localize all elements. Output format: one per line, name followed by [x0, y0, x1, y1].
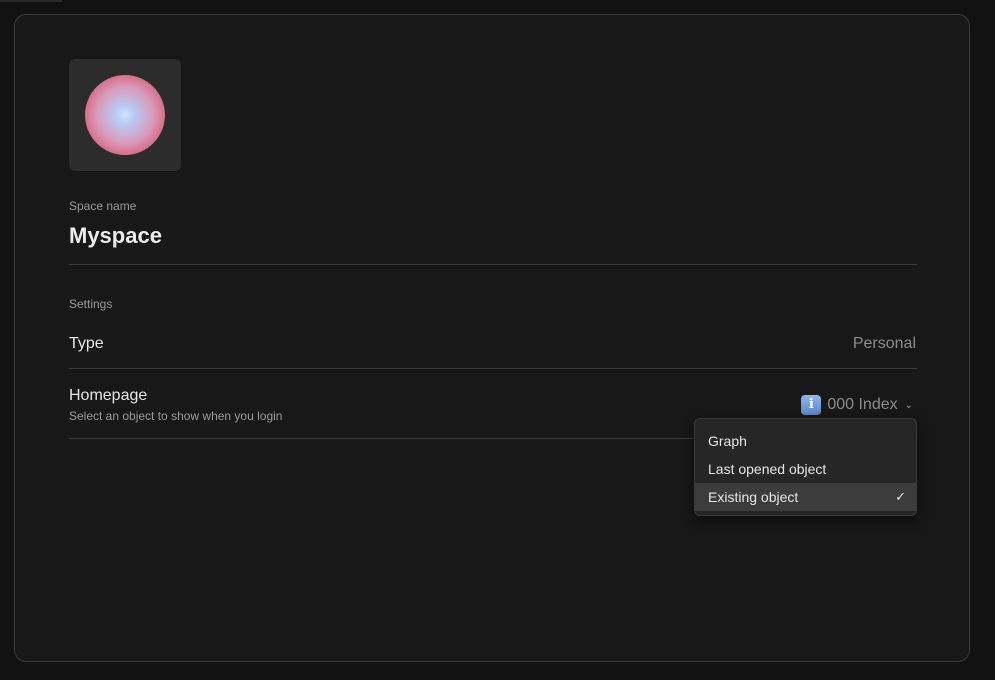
dropdown-option-last-opened-object[interactable]: Last opened object [695, 455, 916, 483]
check-icon: ✓ [895, 489, 906, 504]
dropdown-option-label: Existing object [708, 489, 799, 505]
homepage-dropdown-menu: Graph Last opened object Existing object… [694, 418, 917, 516]
dropdown-option-existing-object[interactable]: Existing object ✓ [695, 483, 916, 511]
homepage-row-title: Homepage [69, 387, 148, 404]
homepage-select[interactable]: i 000 Index ⌄ [801, 394, 913, 416]
dropdown-option-label: Graph [708, 433, 747, 449]
space-gradient-orb-icon [85, 75, 165, 155]
type-row-value: Personal [852, 335, 916, 352]
dropdown-option-graph[interactable]: Graph [695, 427, 916, 455]
space-name-field[interactable]: Myspace [69, 223, 162, 249]
settings-section-label: Settings [69, 297, 113, 311]
divider [69, 368, 917, 369]
dropdown-option-label: Last opened object [708, 461, 827, 477]
window-top-strip [0, 0, 62, 2]
type-row-title: Type [69, 335, 104, 352]
info-icon: i [801, 395, 822, 415]
chevron-down-icon: ⌄ [904, 399, 913, 411]
homepage-select-value: 000 Index [827, 396, 898, 413]
homepage-row-description: Select an object to show when you login [69, 409, 283, 423]
space-settings-panel: Space name Myspace Settings Type Persona… [14, 14, 970, 662]
space-icon-tile[interactable] [69, 59, 181, 171]
divider [69, 264, 917, 265]
space-name-label: Space name [69, 199, 137, 213]
